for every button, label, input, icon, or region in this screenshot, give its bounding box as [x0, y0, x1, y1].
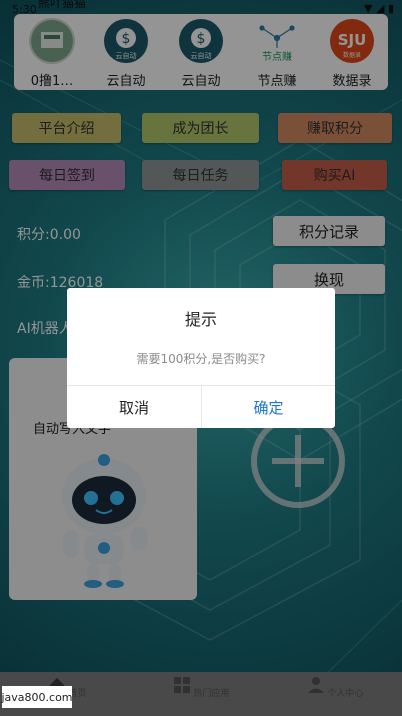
purchase-confirm-dialog: 提示 需要100积分,是否购买? 取消 确定: [67, 288, 335, 428]
confirm-button[interactable]: 确定: [202, 386, 335, 428]
cancel-button[interactable]: 取消: [67, 386, 201, 428]
dialog-message: 需要100积分,是否购买?: [136, 352, 266, 366]
watermark-label: java800.com: [1, 686, 73, 708]
dialog-title: 提示: [184, 310, 217, 329]
